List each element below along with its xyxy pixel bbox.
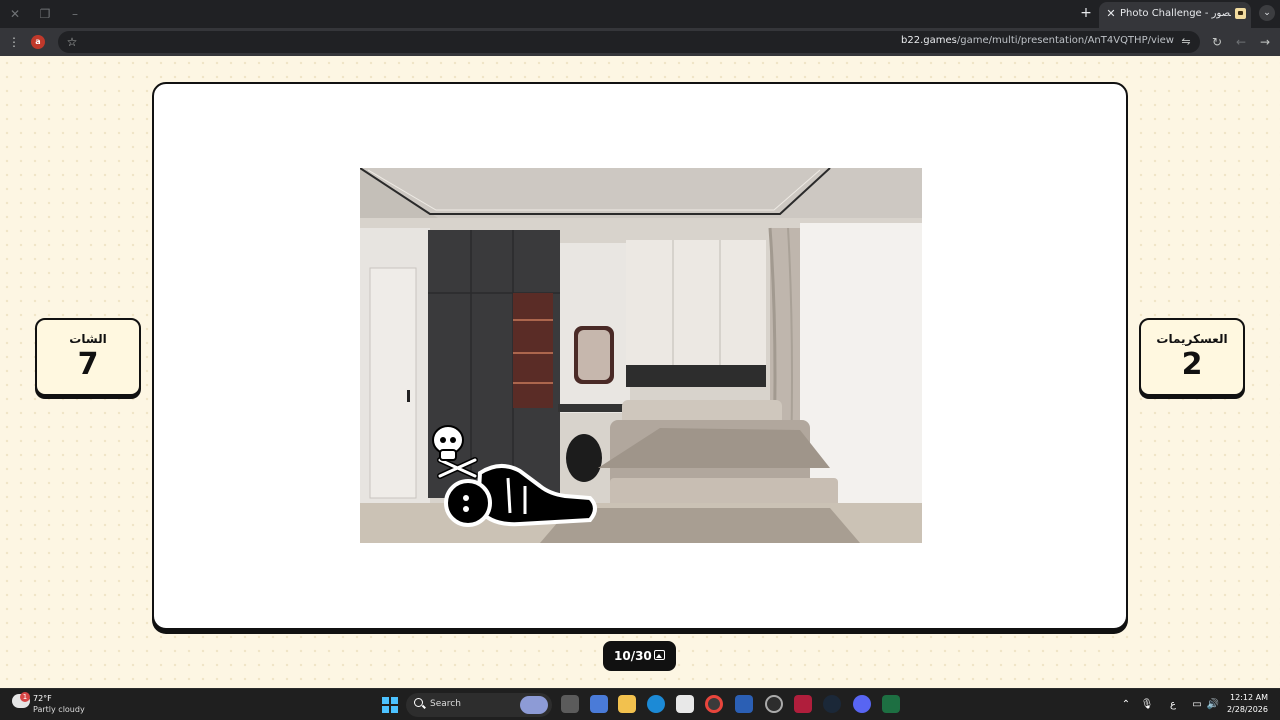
tab-search-button[interactable]: ⌄	[1259, 5, 1275, 21]
taskbar-search-box[interactable]: Search	[406, 693, 552, 717]
chevron-up-icon[interactable]: ⌃	[1119, 698, 1133, 712]
image-counter-text: 10/30	[614, 649, 652, 663]
discord-app-icon[interactable]	[853, 695, 871, 713]
weather-temperature: 72°F	[33, 694, 52, 703]
volume-icon[interactable]: 🔊	[1206, 698, 1220, 712]
menu-icon[interactable]: ⋮	[6, 34, 22, 50]
right-team-name: العسكريمات	[1156, 332, 1228, 346]
minimize-window-icon[interactable]: –	[68, 7, 82, 21]
back-icon[interactable]: ←	[1233, 34, 1249, 50]
image-counter: 10/30	[603, 641, 676, 671]
windows-start-icon[interactable]	[382, 697, 398, 713]
extension-icon[interactable]: a	[31, 35, 45, 49]
clock-time[interactable]: 12:12 AM	[1230, 693, 1268, 702]
address-bar[interactable]: ☆ b22.games/game/multi/presentation/AnT4…	[58, 31, 1200, 53]
widgets-app-icon[interactable]	[590, 695, 608, 713]
left-team-name: الشات	[69, 332, 107, 346]
mail-app-icon[interactable]	[735, 695, 753, 713]
search-label: Search	[430, 699, 461, 709]
tab-photo-challenge[interactable]: ✕ Photo Challenge - تحدي الصور	[1099, 2, 1251, 28]
edge-browser-icon[interactable]	[647, 695, 665, 713]
chrome-browser-icon[interactable]	[705, 695, 723, 713]
design-app-icon[interactable]	[794, 695, 812, 713]
steam-app-icon[interactable]	[823, 695, 841, 713]
taskbar: 1 72°F Partly cloudy Search ⌃ 🎙 ع ▭ 🔊 12…	[0, 688, 1280, 720]
microsoft-store-icon[interactable]	[676, 695, 694, 713]
tab-title: Photo Challenge - تحدي الصور	[1120, 8, 1231, 19]
challenge-photo	[360, 168, 922, 543]
search-highlight-icon	[520, 696, 548, 714]
site-favicon-icon	[1235, 8, 1246, 19]
close-tab-icon[interactable]: ✕	[1104, 7, 1118, 20]
star-icon[interactable]: ☆	[64, 34, 80, 50]
close-window-icon[interactable]: ✕	[8, 7, 22, 21]
microphone-icon[interactable]: 🎙	[1140, 698, 1154, 712]
clock-date[interactable]: 2/28/2026	[1227, 705, 1268, 714]
url-text[interactable]: b22.games/game/multi/presentation/AnT4VQ…	[901, 35, 1174, 46]
browser-toolbar: ⋮ a ☆ b22.games/game/multi/presentation/…	[0, 28, 1280, 56]
weather-description: Partly cloudy	[33, 705, 85, 714]
tab-strip: ✕ ❐ – + ✕ Photo Challenge - تحدي الصور ⌄	[0, 0, 1280, 28]
keyboard-language[interactable]: ع	[1166, 698, 1180, 712]
new-tab-button[interactable]: +	[1078, 5, 1094, 21]
image-icon	[654, 650, 665, 660]
search-icon	[414, 698, 423, 707]
presentation-stage	[152, 82, 1128, 630]
right-team-score-card: العسكريمات 2	[1139, 318, 1245, 396]
chatgpt-app-icon[interactable]	[765, 695, 783, 713]
bedroom-photo-image	[360, 168, 922, 543]
excel-app-icon[interactable]	[882, 695, 900, 713]
left-team-score: 7	[77, 347, 99, 382]
weather-badge: 1	[20, 692, 30, 702]
task-view-icon[interactable]	[561, 695, 579, 713]
restore-window-icon[interactable]: ❐	[38, 7, 52, 21]
reload-icon[interactable]: ↻	[1209, 34, 1225, 50]
forward-icon[interactable]: →	[1257, 34, 1273, 50]
file-explorer-icon[interactable]	[618, 695, 636, 713]
game-page: الشات 7 العسكريمات 2 10/30	[0, 56, 1280, 688]
right-team-score: 2	[1181, 347, 1203, 382]
left-team-score-card: الشات 7	[35, 318, 141, 396]
network-icon[interactable]: ▭	[1190, 698, 1204, 712]
tune-icon[interactable]: ⇋	[1178, 34, 1194, 50]
